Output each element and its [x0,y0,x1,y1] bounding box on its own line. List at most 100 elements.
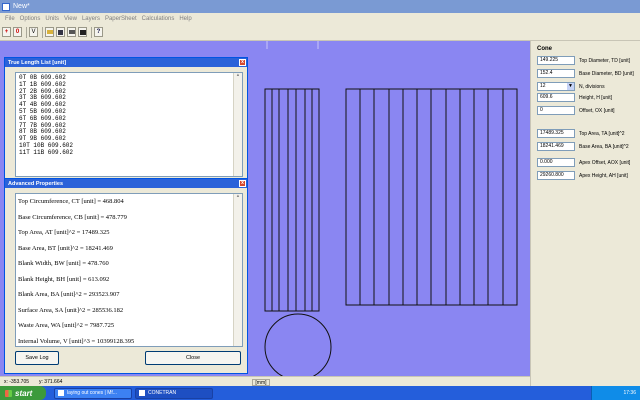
taskbar: start laying out cones | Mf... CONETRAN … [0,386,640,400]
status-y: y: 371.664 [39,379,63,385]
menu-papersheet[interactable]: PaperSheet [105,16,137,22]
close-icon[interactable]: x [239,180,246,187]
browser-icon [58,390,64,396]
base-area-field[interactable]: 18241.469 [537,142,575,151]
height-label: Height, H [unit] [579,94,613,101]
advanced-properties-list[interactable]: Top Circumference, CT [unit] = 468.804 Ba… [15,193,243,347]
taskbar-item-conetran[interactable]: CONETRAN [135,387,213,399]
height-input[interactable]: 609.6 [537,93,575,102]
menu-options[interactable]: Options [20,16,41,22]
taskbar-item-label: laying out cones | Mf... [67,390,117,396]
save-button[interactable] [56,27,65,37]
true-length-title-bar[interactable]: True Length List [unit] x [5,58,247,67]
toolbar: + 0 V ? [0,24,640,41]
true-length-lines: 0T 0B 609.602 1T 1B 609.602 2T 2B 609.602 3… [19,74,242,157]
toolbar-separator [42,26,43,38]
advanced-title: Advanced Properties [8,180,64,187]
print-button[interactable] [67,27,76,37]
apex-offset-row: 0.000 Apex Offset, AOX [unit] [537,158,630,167]
app-icon [2,2,10,11]
advanced-property-item: Top Circumference, CT [unit] = 468.804 [18,198,124,205]
title-bar[interactable]: New* [0,0,640,13]
menu-units[interactable]: Units [45,16,59,22]
panel-title: Cone [537,46,552,52]
menu-file[interactable]: File [5,16,15,22]
advanced-property-item: Blank Area, BA [unit]^2 = 293523.907 [18,291,120,298]
save-log-button[interactable]: Save Log [15,351,59,365]
advanced-scrollbar[interactable]: ▲ [233,194,242,346]
divisions-value: 12 [540,83,546,89]
height-row: 609.6 Height, H [unit] [537,93,612,102]
true-length-item: 11T 11B 609.602 [19,148,74,156]
menu-bar: File Options Units View Layers PaperShee… [0,13,640,24]
advanced-property-item: Blank Width, BW [unit] = 478.760 [18,260,109,267]
status-x: x: -353.705 [4,379,30,385]
chevron-down-icon[interactable]: ▼ [567,83,574,90]
taskbar-item-label: CONETRAN [148,390,177,396]
divisions-select[interactable]: 12 ▼ [537,82,575,91]
taskbar-item-browser[interactable]: laying out cones | Mf... [54,387,132,399]
advanced-property-item: Surface Area, SA [unit]^2 = 285536.182 [18,306,124,314]
app-icon [139,390,145,396]
advanced-property-item: Blank Height, BH [unit] = 613.092 [18,275,110,283]
v-icon: V [31,29,36,35]
top-diameter-input[interactable]: 149.225 [537,56,575,65]
base-area-label: Base Area, BA [unit]^2 [579,143,629,150]
image-icon [79,29,86,35]
open-button[interactable] [45,27,54,37]
menu-help[interactable]: Help [179,16,191,22]
true-length-dialog: True Length List [unit] x 0T 0B 609.602 1… [4,57,248,181]
apex-height-label: Apex Height, AH [unit] [579,172,628,179]
true-length-list[interactable]: 0T 0B 609.602 1T 1B 609.602 2T 2B 609.602 3… [15,72,243,177]
image-button[interactable] [78,27,87,37]
start-button[interactable]: start [0,386,46,400]
apex-height-row: 29260.800 Apex Height, AH [unit] [537,171,628,180]
advanced-property-item: Top Area, AT [unit]^2 = 17489.325 [18,229,110,236]
windows-logo-icon [5,389,12,397]
status-unit: [mm] [252,378,270,386]
true-length-scrollbar[interactable]: ▲ [233,73,242,176]
close-icon[interactable]: x [239,59,246,66]
add-button[interactable]: + [2,27,11,37]
top-area-field[interactable]: 17489.325 [537,129,575,138]
info-icon: ? [96,29,101,35]
plan-view-circle [264,313,332,376]
toolbar-separator [26,26,27,38]
zero-button[interactable]: 0 [13,27,22,37]
scroll-up-icon[interactable]: ▲ [234,73,242,80]
folder-icon [46,30,53,34]
start-label: start [15,388,33,398]
base-diameter-input[interactable]: 152.4 [537,69,575,78]
true-length-title: True Length List [unit] [8,59,67,66]
offset-input[interactable]: 0 [537,106,575,115]
printer-icon [68,30,75,34]
advanced-property-item: Base Area, BT [unit]^2 = 18241.469 [18,244,113,252]
offset-row: 0 Offset, OX [unit] [537,106,614,115]
advanced-property-item: Waste Area, WA [unit]^2 = 7987.725 [18,322,115,329]
menu-calculations[interactable]: Calculations [142,16,175,22]
apex-height-field[interactable]: 29260.800 [537,171,575,180]
base-diameter-row: 152.4 Base Diameter, BD [unit] [537,69,634,78]
menu-view[interactable]: View [64,16,77,22]
apex-offset-label: Apex Offset, AOX [unit] [579,159,631,166]
advanced-lines: Top Circumference, CT [unit] = 468.804 Ba… [18,194,242,349]
top-diameter-label: Top Diameter, TD [unit] [579,57,631,64]
base-area-row: 18241.469 Base Area, BA [unit]^2 [537,142,629,151]
divisions-label: N, divisions [579,83,605,90]
clock: 17:36 [623,390,636,396]
cone-outline [264,88,320,312]
info-button[interactable]: ? [94,27,103,37]
advanced-properties-dialog: Advanced Properties x Top Circumference,… [4,178,248,374]
apex-offset-field[interactable]: 0.000 [537,158,575,167]
view-button[interactable]: V [29,27,38,37]
menu-layers[interactable]: Layers [82,16,100,22]
cone-properties-panel: Cone 149.225 Top Diameter, TD [unit] 152… [530,41,640,386]
close-button[interactable]: Close [145,351,241,365]
scroll-up-icon[interactable]: ▲ [234,194,242,201]
disk-icon [58,29,63,35]
system-tray: 17:36 [591,386,640,400]
plus-icon: + [4,29,9,35]
advanced-title-bar[interactable]: Advanced Properties x [5,179,247,188]
offset-label: Offset, OX [unit] [579,107,615,114]
base-diameter-label: Base Diameter, BD [unit] [579,70,634,77]
